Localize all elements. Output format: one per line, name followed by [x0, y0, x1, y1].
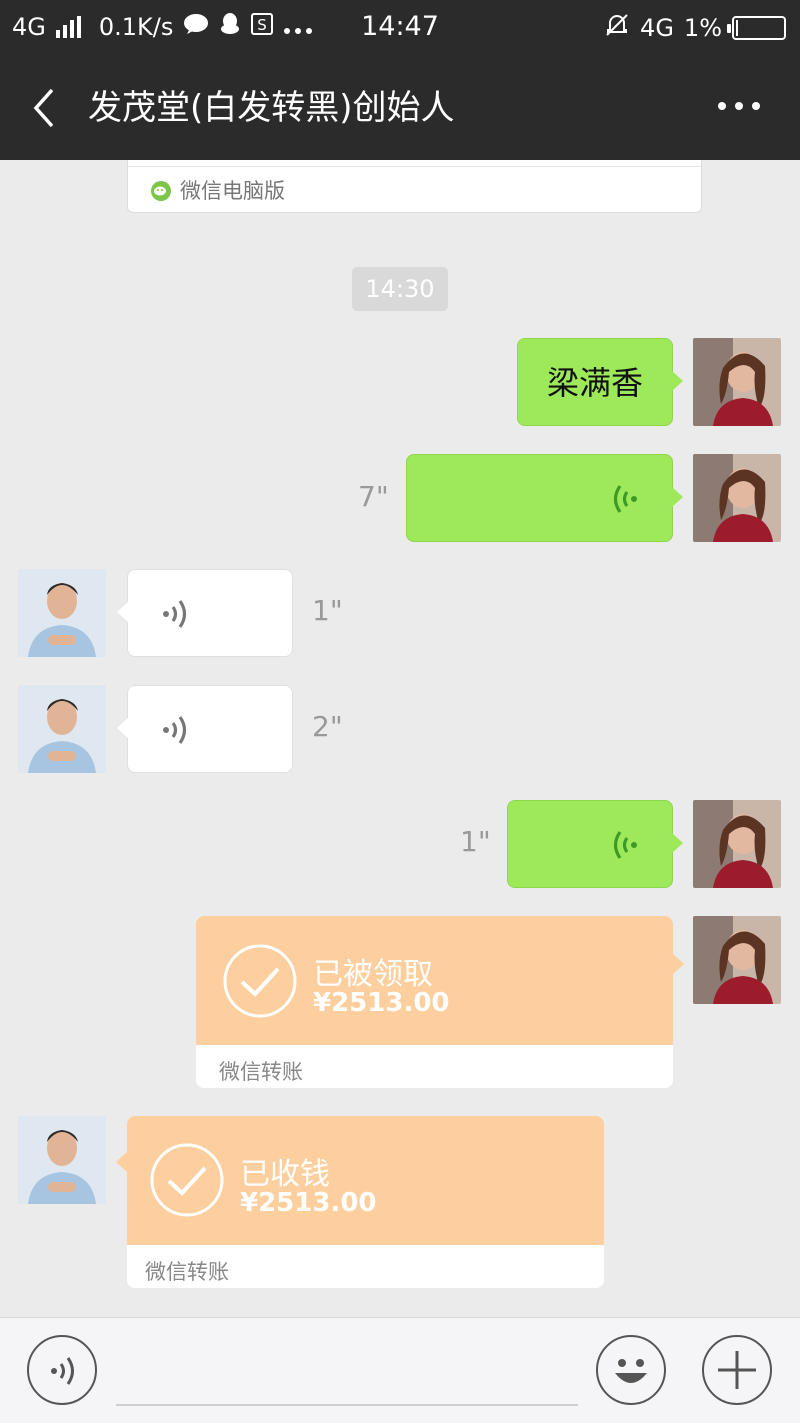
plus-icon — [718, 1351, 756, 1389]
chat-header: 发茂堂(白发转黑)创始人 — [0, 56, 800, 160]
voice-message-bubble[interactable] — [507, 800, 683, 888]
transfer-message-card[interactable]: 已被领取 ¥2513.00 微信转账 — [196, 916, 684, 1088]
input-bar — [0, 1317, 800, 1423]
chat-area[interactable]: 微信电脑版 14:30 梁满香 7" 1" 2" 1" 已被领取 ¥2513.0… — [0, 160, 800, 1317]
message-timestamp: 14:30 — [352, 267, 448, 311]
back-arrow-icon — [33, 88, 54, 128]
voice-message-bubble[interactable] — [406, 454, 683, 542]
voice-duration: 1" — [460, 825, 491, 858]
transfer-amount: ¥2513.00 — [240, 1188, 377, 1218]
voice-input-button[interactable] — [27, 1335, 97, 1405]
avatar-self[interactable] — [693, 800, 781, 888]
avatar-contact[interactable] — [18, 569, 106, 657]
pc-wechat-card[interactable]: 微信电脑版 — [127, 160, 702, 213]
avatar-contact[interactable] — [18, 685, 106, 773]
voice-duration: 2" — [312, 710, 343, 743]
avatar-contact[interactable] — [18, 1116, 106, 1204]
wechat-pc-icon — [150, 180, 172, 202]
network-right-label: 4G — [640, 14, 674, 42]
message-input-underline[interactable] — [116, 1404, 578, 1406]
avatar-self[interactable] — [693, 916, 781, 1004]
voice-duration: 7" — [358, 480, 389, 513]
more-button[interactable] — [714, 94, 764, 118]
more-icon — [718, 102, 760, 110]
emoji-button[interactable] — [596, 1335, 666, 1405]
voice-input-icon — [51, 1357, 74, 1385]
message-text: 梁满香 — [546, 364, 643, 402]
transfer-amount: ¥2513.00 — [313, 988, 450, 1018]
transfer-footer: 微信转账 — [219, 1060, 303, 1084]
pc-wechat-label: 微信电脑版 — [180, 179, 285, 203]
battery-icon — [727, 16, 786, 40]
voice-duration: 1" — [312, 594, 343, 627]
message-bubble-text[interactable]: 梁满香 — [517, 338, 683, 426]
transfer-message-card[interactable]: 已收钱 ¥2513.00 微信转账 — [116, 1116, 604, 1288]
check-circle-icon — [150, 1143, 224, 1217]
voice-wave-icon — [613, 485, 637, 513]
transfer-status: 已收钱 — [240, 1157, 330, 1192]
voice-message-bubble[interactable] — [117, 569, 293, 657]
status-bar: 4G 0.1K/s S 14:47 4G 1% — [0, 0, 800, 56]
voice-wave-icon — [163, 716, 187, 744]
avatar-self[interactable] — [693, 338, 781, 426]
more-functions-button[interactable] — [702, 1335, 772, 1405]
chat-title: 发茂堂(白发转黑)创始人 — [88, 88, 455, 128]
voice-message-bubble[interactable] — [117, 685, 293, 773]
voice-wave-icon — [163, 600, 187, 628]
check-circle-icon — [223, 944, 297, 1018]
avatar-self[interactable] — [693, 454, 781, 542]
voice-wave-icon — [613, 831, 637, 859]
card-divider — [128, 166, 701, 167]
emoji-icon — [615, 1359, 647, 1383]
transfer-footer: 微信转账 — [145, 1260, 229, 1284]
status-right: 4G 1% — [604, 12, 786, 44]
back-button[interactable] — [24, 84, 64, 132]
transfer-status: 已被领取 — [313, 957, 433, 992]
muted-bell-icon — [604, 12, 630, 44]
battery-percent: 1% — [683, 14, 722, 42]
